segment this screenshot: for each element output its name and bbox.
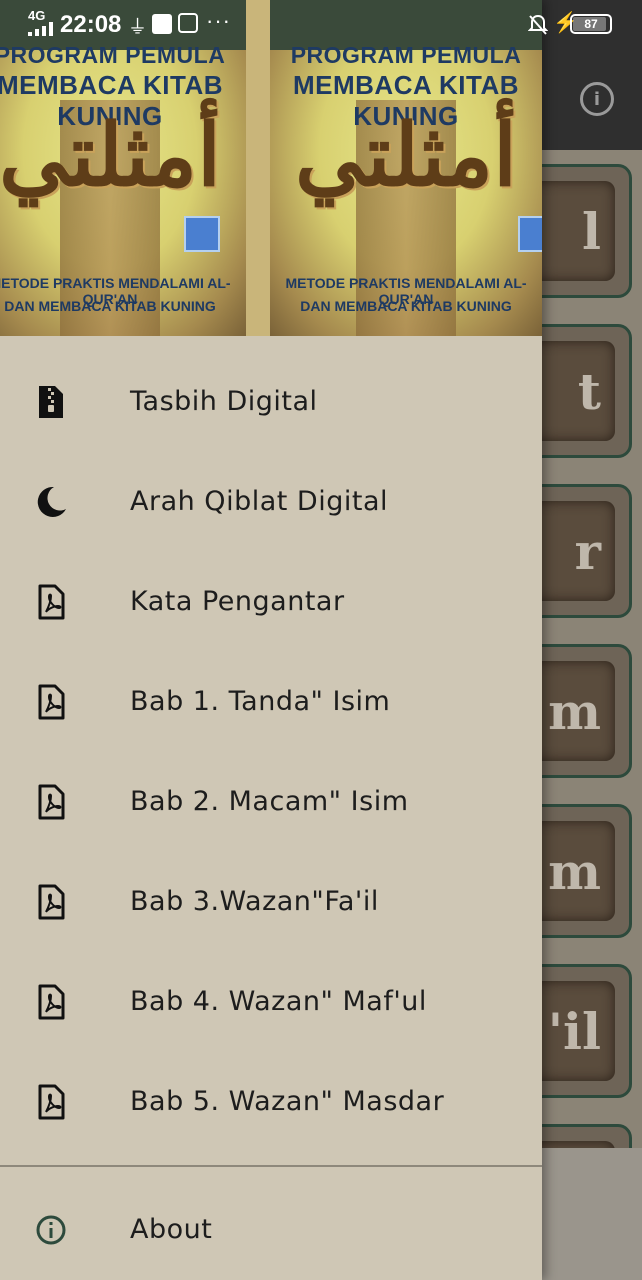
book-cover-image: PROGRAM PEMULA MEMBACA KITAB KUNING أمثل… (270, 0, 542, 336)
cover-subtitle-line2: DAN MEMBACA KITAB KUNING (4, 298, 216, 314)
navigation-drawer: PROGRAM PEMULA MEMBACA KITAB KUNING أمثل… (0, 0, 542, 1280)
signal-icon (28, 22, 53, 36)
menu-item-bab-2[interactable]: Bab 2. Macam" Isim (0, 752, 542, 852)
zip-file-icon (34, 384, 68, 420)
pdf-file-icon (34, 1084, 68, 1120)
menu-item-label: About (130, 1214, 213, 1245)
cover-arabic-title: أمثلتي (294, 105, 517, 206)
usb-icon: ⏚ (128, 17, 148, 38)
menu-item-label: Bab 1. Tanda" Isim (130, 686, 391, 717)
screenshot-icon (178, 13, 198, 33)
info-icon[interactable]: i (580, 82, 614, 116)
menu-item-tasbih-digital[interactable]: Tasbih Digital (0, 352, 542, 452)
drawer-menu: Tasbih Digital Arah Qiblat Digital Kata … (0, 352, 542, 1152)
status-bar: 4G 22:08 ⏚ ··· ⚡ 87 (0, 0, 642, 50)
qr-code-icon (184, 216, 220, 252)
pdf-file-icon (34, 784, 68, 820)
info-icon (34, 1212, 68, 1248)
pdf-file-icon (34, 684, 68, 720)
cover-subtitle-line2: DAN MEMBACA KITAB KUNING (300, 298, 512, 314)
moon-icon (34, 484, 68, 520)
clock: 22:08 (60, 11, 122, 38)
network-type: 4G (28, 8, 46, 23)
menu-item-kata-pengantar[interactable]: Kata Pengantar (0, 552, 542, 652)
menu-item-label: Arah Qiblat Digital (130, 486, 388, 517)
menu-item-bab-3[interactable]: Bab 3.Wazan"Fa'il (0, 852, 542, 952)
menu-item-label: Bab 4. Wazan" Maf'ul (130, 986, 427, 1017)
qr-code-icon (518, 216, 542, 252)
battery-icon: 87 (570, 14, 612, 34)
cover-arabic-title: أمثلتي (0, 105, 221, 206)
menu-item-bab-4[interactable]: Bab 4. Wazan" Maf'ul (0, 952, 542, 1052)
menu-item-bab-1[interactable]: Bab 1. Tanda" Isim (0, 652, 542, 752)
menu-item-label: Bab 3.Wazan"Fa'il (130, 886, 379, 917)
menu-item-label: Tasbih Digital (130, 386, 318, 417)
menu-item-label: Bab 5. Wazan" Masdar (130, 1086, 445, 1117)
menu-divider (0, 1165, 542, 1167)
pdf-file-icon (34, 884, 68, 920)
notification-app-icon (152, 14, 172, 34)
menu-item-arah-qiblat-digital[interactable]: Arah Qiblat Digital (0, 452, 542, 552)
menu-item-label: Kata Pengantar (130, 586, 345, 617)
drawer-header-image: PROGRAM PEMULA MEMBACA KITAB KUNING أمثل… (0, 0, 542, 336)
menu-item-about[interactable]: About (0, 1180, 542, 1280)
pdf-file-icon (34, 584, 68, 620)
bell-off-icon (528, 14, 548, 35)
book-cover-image: PROGRAM PEMULA MEMBACA KITAB KUNING أمثل… (0, 0, 246, 336)
more-notifications-icon: ··· (206, 8, 231, 33)
menu-item-bab-5[interactable]: Bab 5. Wazan" Masdar (0, 1052, 542, 1152)
pdf-file-icon (34, 984, 68, 1020)
menu-item-label: Bab 2. Macam" Isim (130, 786, 409, 817)
battery-level: 87 (584, 17, 598, 31)
